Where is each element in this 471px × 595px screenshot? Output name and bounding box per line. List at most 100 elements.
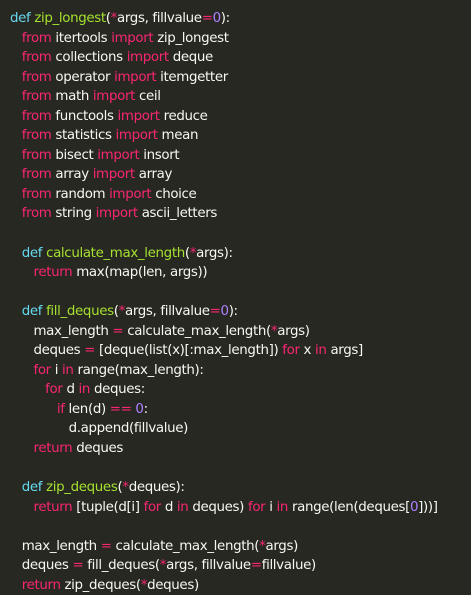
code-line: from functools import reduce (0, 107, 471, 127)
code-token: import (111, 30, 154, 46)
code-line: return [tuple(d[i] for d in deques) for … (0, 498, 471, 518)
code-line: from string import ascii_letters (0, 204, 471, 224)
code-token: ]))] (418, 499, 438, 515)
code-line: deques = [deque(list(x)[:max_length]) fo… (0, 341, 471, 361)
code-token: range(max_length): (73, 362, 204, 378)
code-token: = (84, 343, 96, 359)
code-token: math (51, 89, 93, 105)
code-token: deques (10, 558, 73, 574)
code-token: zip_longest (153, 30, 229, 46)
code-token: x (299, 343, 316, 359)
code-editor[interactable]: def zip_longest(*args, fillvalue=0): fro… (0, 0, 471, 593)
code-token: d (160, 499, 177, 515)
code-token: == (109, 401, 132, 417)
code-token: i (265, 499, 277, 515)
code-token: import (115, 128, 158, 144)
code-token: array (51, 167, 93, 183)
code-token: random (51, 186, 110, 202)
code-line: for d in deques: (0, 380, 471, 400)
code-token: for (282, 343, 300, 359)
code-token: 0 (220, 304, 230, 320)
code-token: deque (168, 50, 214, 66)
code-token: return (33, 265, 73, 281)
code-token: import (95, 206, 138, 222)
code-token: range(len(deques[ (288, 499, 410, 515)
code-token: : (143, 401, 149, 417)
code-token: import (109, 186, 152, 202)
code-token: functools (51, 108, 118, 124)
code-token: zip_longest (34, 11, 106, 26)
code-line: return zip_deques(*deques) (0, 576, 471, 595)
code-token: args, fillvalue (124, 304, 210, 320)
code-line: from random import choice (0, 185, 471, 205)
code-token: 0 (212, 11, 222, 26)
code-token: max_length (10, 538, 101, 554)
code-token: args, fillvalue (166, 558, 251, 574)
code-token: array (134, 167, 173, 183)
code-token: in (78, 382, 91, 398)
code-token: collections (51, 50, 127, 66)
code-line: from bisect import insort (0, 146, 471, 166)
code-token: in (276, 499, 289, 515)
code-token: max(map(len, args)) (72, 265, 208, 281)
code-token: def (21, 245, 43, 261)
code-token: import (97, 147, 140, 163)
code-line: from statistics import mean (0, 126, 471, 146)
code-line: from operator import itemgetter (0, 68, 471, 88)
code-token: args) (277, 323, 310, 339)
code-token: [deque(list(x)[:max_length]) (95, 343, 283, 359)
code-token: deques: (90, 382, 145, 398)
code-token: [tuple(d[i] (72, 499, 144, 515)
code-token: from (21, 50, 52, 66)
code-token: deques) (147, 577, 199, 593)
code-token: deques) (188, 499, 248, 515)
code-token: args): (196, 245, 233, 261)
code-line: from array import array (0, 165, 471, 185)
code-token: d.append(fillvalue) (10, 421, 189, 437)
code-token: from (21, 69, 52, 85)
code-token: = (250, 558, 262, 574)
code-token: len(d) (64, 401, 110, 417)
code-token: fill_deques( (83, 558, 160, 574)
code-line: def zip_deques(*deques): (0, 478, 471, 498)
code-token: in (315, 343, 327, 359)
code-token: args) (265, 538, 299, 554)
code-token: return (33, 499, 73, 515)
code-token: in (62, 362, 74, 378)
code-line: from itertools import zip_longest (0, 29, 471, 49)
code-line: max_length = calculate_max_length(*args) (0, 537, 471, 557)
code-token: ): (228, 304, 238, 320)
code-line: def fill_deques(*args, fillvalue=0): (0, 302, 471, 322)
code-token: import (92, 167, 135, 183)
code-line: def zip_longest(*args, fillvalue=0): (0, 9, 471, 29)
code-token: = (209, 304, 221, 320)
code-token: zip_deques (46, 480, 118, 496)
code-token: calculate_max_length( (123, 323, 271, 339)
code-line: def calculate_max_length(*args): (0, 244, 471, 264)
code-token: return (33, 441, 73, 457)
code-token: deques): (128, 480, 185, 496)
code-token: i (50, 362, 63, 378)
code-token: zip_deques( (60, 577, 141, 593)
code-token: from (21, 89, 52, 105)
code-token: in (176, 499, 189, 515)
code-token: ceil (135, 89, 161, 105)
code-line: max_length = calculate_max_length(*args) (0, 322, 471, 342)
code-token: def (10, 11, 31, 26)
